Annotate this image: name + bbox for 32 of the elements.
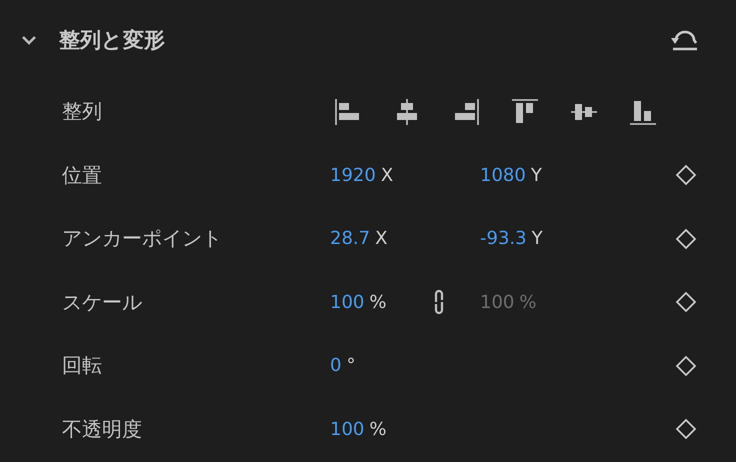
value-field[interactable]: 0 — [330, 355, 342, 376]
keyframe-icon[interactable] — [675, 228, 697, 250]
align-icon[interactable] — [511, 98, 539, 126]
value-field[interactable]: 1080 — [480, 164, 526, 186]
value-field[interactable]: 100 — [330, 292, 364, 313]
value-field[interactable]: -93.3 — [480, 228, 527, 250]
reset-icon[interactable] — [670, 28, 700, 52]
property-label: 不透明度 — [62, 416, 143, 443]
unit-label: % — [369, 292, 386, 313]
unit-label: X — [380, 164, 394, 186]
align-icon[interactable] — [334, 98, 362, 126]
keyframe-icon[interactable] — [675, 418, 697, 440]
property-label: 整列 — [62, 98, 103, 126]
value-field[interactable]: 28.7 — [330, 228, 370, 250]
section-title: 整列と変形 — [59, 27, 166, 54]
unit-label: Y — [532, 228, 543, 250]
unit-label: ° — [346, 355, 356, 376]
property-label: 回転 — [62, 352, 103, 380]
unit-label: % — [369, 418, 386, 440]
keyframe-icon[interactable] — [675, 354, 697, 377]
unit-label: Y — [530, 164, 542, 186]
align-icon[interactable] — [452, 98, 480, 126]
value-field[interactable]: 1920 — [330, 164, 376, 186]
unit-label: X — [375, 228, 388, 250]
property-label: アンカーポイント — [62, 225, 223, 252]
property-label: 位置 — [62, 162, 103, 189]
unit-label: % — [519, 292, 536, 313]
property-label: スケール — [62, 288, 143, 316]
keyframe-icon[interactable] — [675, 291, 697, 314]
value-field[interactable]: 100 — [330, 418, 364, 440]
keyframe-icon[interactable] — [675, 164, 697, 186]
chevron-icon[interactable] — [20, 34, 38, 46]
